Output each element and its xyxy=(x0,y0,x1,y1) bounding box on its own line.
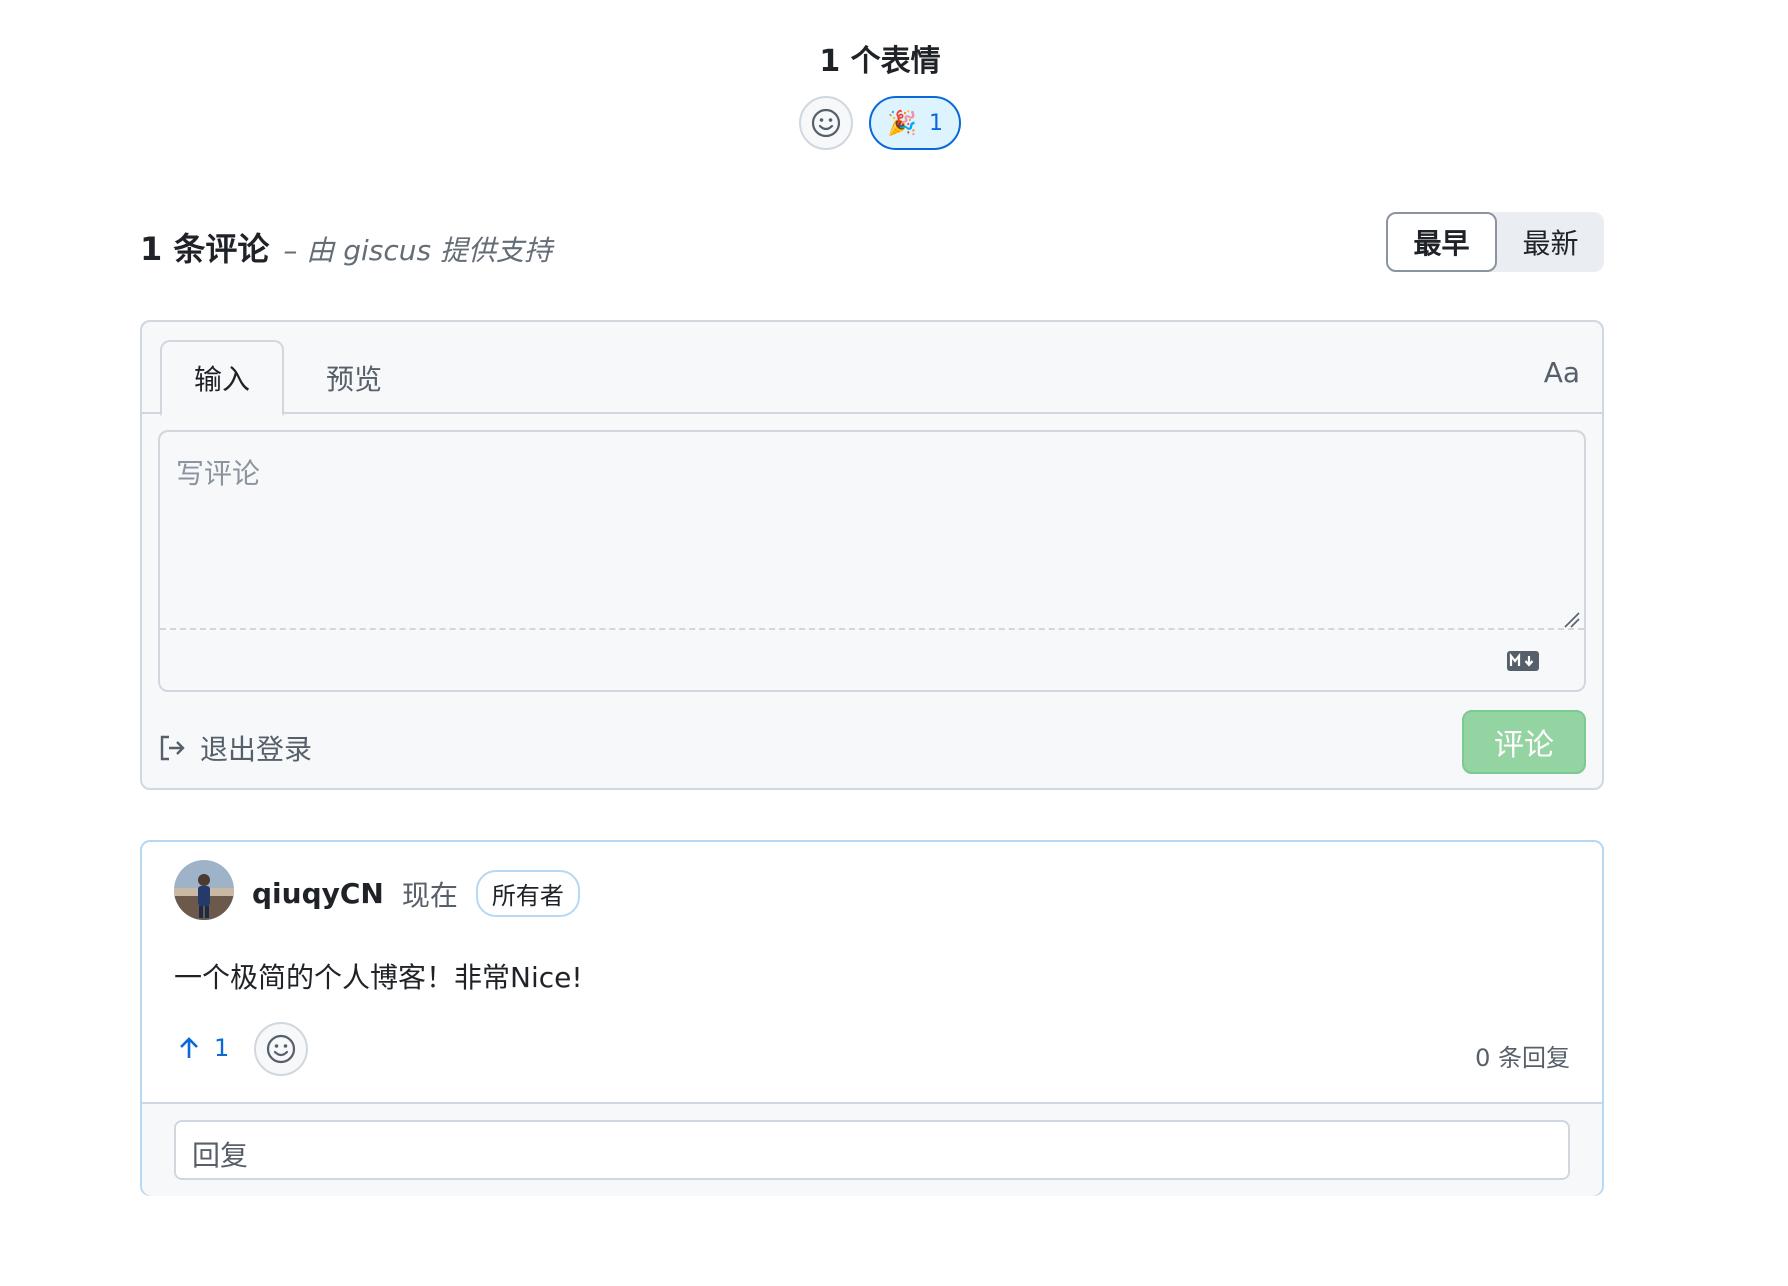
markdown-icon xyxy=(1507,651,1539,671)
avatar[interactable] xyxy=(174,860,234,920)
reaction-hooray-button[interactable]: 🎉 1 xyxy=(869,96,961,150)
comment-textarea[interactable]: 写评论 xyxy=(160,432,1584,630)
font-toggle-button[interactable]: Aa xyxy=(1544,356,1580,389)
comments-count: 1 条评论 xyxy=(140,230,270,268)
editor-tab-bar: 输入 预览 Aa xyxy=(142,322,1602,416)
sort-newest-button[interactable]: 最新 xyxy=(1497,212,1604,272)
comment-author[interactable]: qiuqyCN xyxy=(252,877,384,910)
add-reaction-button[interactable] xyxy=(799,96,854,150)
smiley-icon xyxy=(811,108,841,138)
comment-body: 一个极简的个人博客！非常Nice! xyxy=(174,961,583,994)
comment-reaction-button[interactable] xyxy=(254,1022,308,1076)
comment-editor: 输入 预览 Aa 写评论 退出登录 评论 xyxy=(140,320,1604,790)
submit-comment-button[interactable]: 评论 xyxy=(1462,710,1586,774)
sort-oldest-button[interactable]: 最早 xyxy=(1386,212,1497,272)
tab-preview[interactable]: 预览 xyxy=(292,340,416,416)
resize-handle-icon[interactable] xyxy=(1562,610,1580,628)
reply-area: 回复 xyxy=(142,1102,1602,1196)
owner-badge: 所有者 xyxy=(475,870,580,917)
signout-label: 退出登录 xyxy=(200,733,313,766)
sign-out-icon xyxy=(160,735,185,761)
tab-write[interactable]: 输入 xyxy=(160,340,284,416)
comment-textarea-wrapper: 写评论 xyxy=(158,430,1586,692)
sort-toggle: 最早 最新 xyxy=(1386,212,1604,272)
avatar-image xyxy=(174,860,234,920)
reply-input[interactable]: 回复 xyxy=(174,1120,1570,1180)
smiley-icon xyxy=(266,1034,296,1064)
comment-meta: qiuqyCN 现在 所有者 xyxy=(252,870,580,917)
comment-card: qiuqyCN 现在 所有者 一个极简的个人博客！非常Nice! 1 0 条回复… xyxy=(140,840,1604,1196)
party-popper-icon: 🎉 xyxy=(887,109,917,137)
reaction-count: 1 xyxy=(928,110,943,136)
powered-by-text: – 由 giscus 提供支持 xyxy=(283,234,552,267)
comment-time[interactable]: 现在 xyxy=(402,874,458,914)
reactions-row: 🎉 1 xyxy=(0,96,1760,150)
reactions-title: 1 个表情 xyxy=(819,44,941,79)
upvote-count: 1 xyxy=(214,1034,230,1062)
signout-link[interactable]: 退出登录 xyxy=(158,728,312,768)
comments-header: 1 条评论 – 由 giscus 提供支持 xyxy=(140,224,552,270)
upvote-button[interactable]: 1 xyxy=(178,1034,229,1062)
arrow-up-icon xyxy=(180,1037,198,1058)
reply-count[interactable]: 0 条回复 xyxy=(1475,1038,1570,1073)
